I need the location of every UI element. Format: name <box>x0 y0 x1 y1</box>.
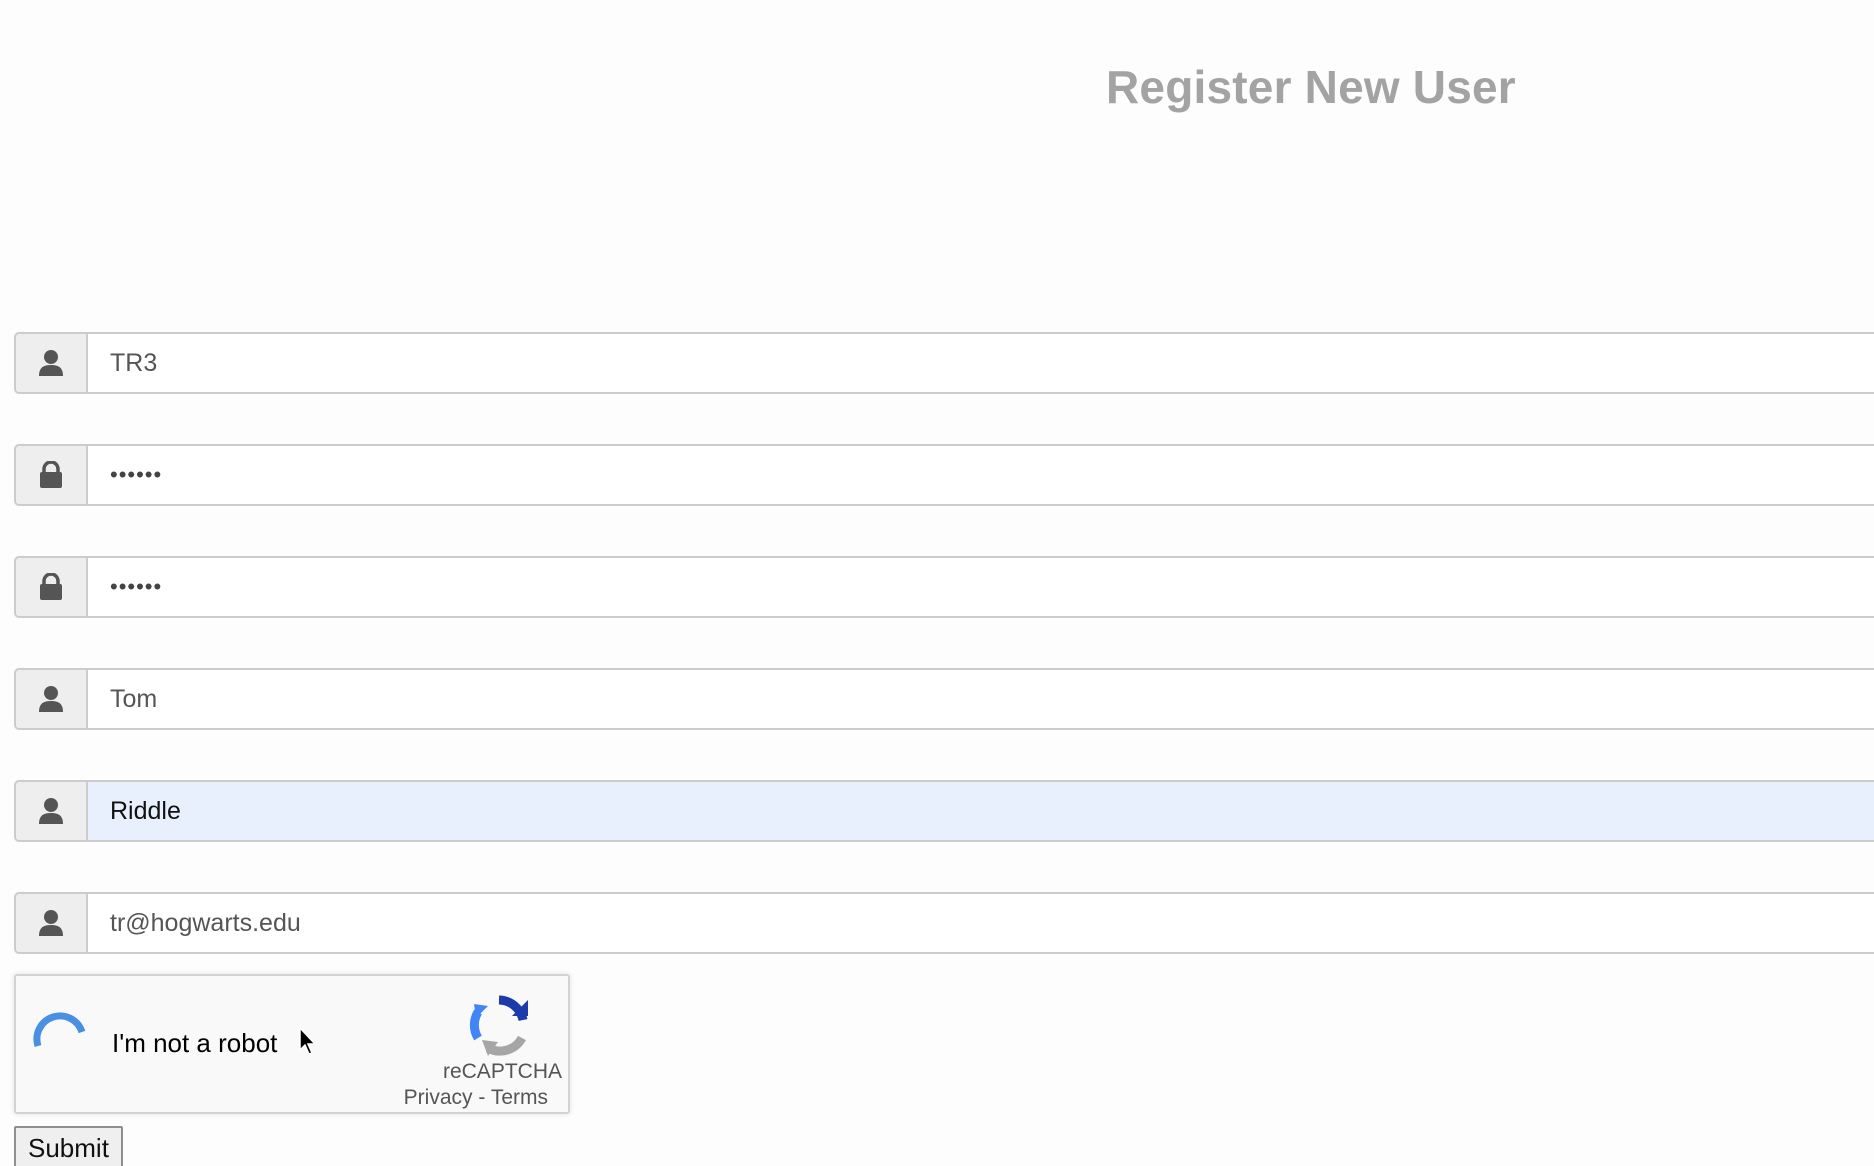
user-icon <box>14 332 86 394</box>
lock-icon <box>14 444 86 506</box>
page-title: Register New User <box>1106 61 1516 113</box>
confirm-password-row <box>14 556 1874 618</box>
register-page: Register New User TR3 •••••• •••••• Tom … <box>0 0 1874 1166</box>
confirm-password-input[interactable] <box>86 556 1874 618</box>
user-icon <box>14 780 86 842</box>
recaptcha-links: Privacy - Terms <box>404 1086 548 1110</box>
username-row <box>14 332 1874 394</box>
recaptcha-widget: I'm not a robot reCAPTCHA Privacy - Term… <box>14 974 570 1114</box>
first-name-input[interactable] <box>86 668 1874 730</box>
terms-link[interactable]: Terms <box>491 1086 548 1109</box>
user-icon <box>14 892 86 954</box>
user-icon <box>14 668 86 730</box>
last-name-row <box>14 780 1874 842</box>
privacy-link[interactable]: Privacy <box>404 1086 473 1109</box>
email-row <box>14 892 1874 954</box>
recaptcha-brand-text: reCAPTCHA <box>442 1060 562 1083</box>
link-separator: - <box>472 1086 491 1109</box>
captcha-label[interactable]: I'm not a robot <box>112 1028 277 1059</box>
mouse-cursor-icon <box>298 1026 318 1061</box>
lock-icon <box>14 556 86 618</box>
last-name-input[interactable] <box>86 780 1874 842</box>
password-row <box>14 444 1874 506</box>
username-input[interactable] <box>86 332 1874 394</box>
loading-spinner-icon[interactable] <box>30 1010 88 1068</box>
email-input[interactable] <box>86 892 1874 954</box>
first-name-row <box>14 668 1874 730</box>
password-input[interactable] <box>86 444 1874 506</box>
submit-button[interactable]: Submit <box>14 1126 123 1166</box>
recaptcha-logo-icon <box>468 994 530 1056</box>
